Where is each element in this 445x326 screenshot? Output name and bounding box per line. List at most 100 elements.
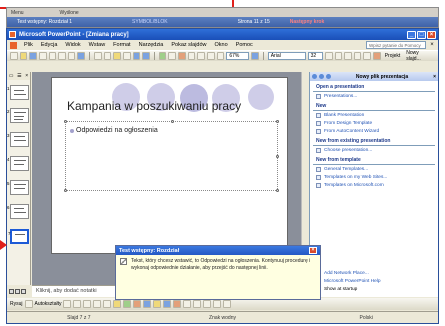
slide-thumbnail[interactable]: 1 xyxy=(7,85,29,100)
open-icon[interactable] xyxy=(19,52,28,60)
line-icon[interactable] xyxy=(63,300,72,308)
tab-outline[interactable]: ☰ xyxy=(17,73,21,79)
copy-icon[interactable] xyxy=(103,52,112,60)
resize-handle[interactable] xyxy=(276,120,279,123)
format-painter-icon[interactable] xyxy=(122,52,131,60)
slide-thumbnail[interactable]: 6 xyxy=(7,204,29,219)
link-general-templates[interactable]: General Templates... xyxy=(310,165,438,173)
menu-insert[interactable]: Wstaw xyxy=(85,42,110,48)
link-help[interactable]: Microsoft PowerPoint Help xyxy=(310,277,439,285)
diagram-icon[interactable] xyxy=(123,300,132,308)
permission-icon[interactable] xyxy=(38,52,47,60)
menu-tools[interactable]: Narzędzia xyxy=(135,42,168,48)
autoshapes-menu[interactable]: Autokształty xyxy=(35,301,62,307)
print-icon[interactable] xyxy=(58,52,66,60)
menu-file[interactable]: Plik xyxy=(20,42,37,48)
window-titlebar[interactable]: Microsoft PowerPoint - [Zmiana pracy] _ … xyxy=(7,29,438,40)
email-icon[interactable] xyxy=(48,52,57,60)
resize-handle[interactable] xyxy=(64,120,67,123)
expand-all-icon[interactable] xyxy=(197,52,206,60)
slide-bullet[interactable]: Odpowiedzi na ogłoszenia xyxy=(70,127,158,134)
close-document-icon[interactable]: × xyxy=(429,42,435,48)
menu-window[interactable]: Okno xyxy=(211,42,232,48)
bg-menu-item[interactable]: Menu xyxy=(11,10,24,16)
save-icon[interactable] xyxy=(29,52,37,60)
forward-icon[interactable] xyxy=(319,74,324,79)
zoom-select[interactable]: 67% xyxy=(226,52,250,60)
slide-thumbnail[interactable]: 2 xyxy=(7,108,29,123)
bg-menu-item[interactable]: Wyślone xyxy=(60,10,79,16)
new-icon[interactable] xyxy=(10,52,18,60)
oval-icon[interactable] xyxy=(93,300,102,308)
link-choose-presentation[interactable]: Choose presentation... xyxy=(310,146,438,154)
normal-view-icon[interactable] xyxy=(9,288,14,294)
3d-icon[interactable] xyxy=(223,300,232,308)
redo-icon[interactable] xyxy=(142,52,150,60)
close-pane-icon[interactable]: × xyxy=(25,73,28,79)
new-slide-button[interactable]: Nowy slajd... xyxy=(404,50,435,62)
spelling-icon[interactable] xyxy=(77,52,86,60)
color-grayscale-icon[interactable] xyxy=(216,52,225,60)
slide-thumbnail[interactable]: 3 xyxy=(7,132,29,147)
slide-thumbnail[interactable]: 4 xyxy=(7,156,29,171)
resize-handle[interactable] xyxy=(171,120,174,123)
wordart-icon[interactable] xyxy=(113,300,122,308)
line-color-icon[interactable] xyxy=(163,300,172,308)
show-at-startup-checkbox[interactable]: ✓Show at startup xyxy=(310,285,439,293)
font-size-select[interactable]: 32 xyxy=(307,52,323,60)
textbox-icon[interactable] xyxy=(103,300,112,308)
arrow-icon[interactable] xyxy=(73,300,82,308)
slide-title[interactable]: Kampania w poszukiwaniu pracy xyxy=(67,99,241,113)
resize-handle[interactable] xyxy=(276,155,279,158)
current-slide[interactable]: Kampania w poszukiwaniu pracy Odpowiedzi… xyxy=(51,77,288,254)
link-web-templates[interactable]: Templates on my Web Sites... xyxy=(310,173,438,181)
menu-help[interactable]: Pomoc xyxy=(232,42,257,48)
draw-menu[interactable]: Rysuj xyxy=(10,301,23,307)
align-center-icon[interactable] xyxy=(363,52,372,60)
tab-slides[interactable]: ▭ xyxy=(9,73,14,79)
link-blank-presentation[interactable]: Blank Presentation xyxy=(310,111,438,119)
picture-icon[interactable] xyxy=(143,300,152,308)
shadow-icon[interactable] xyxy=(213,300,222,308)
help-search-input[interactable]: Wpisz pytanie do Pomocy xyxy=(366,41,426,49)
minimize-button[interactable]: _ xyxy=(407,30,416,39)
link-autocontent-wizard[interactable]: From AutoContent Wizard xyxy=(310,127,438,135)
link-add-network-place[interactable]: Add Network Place... xyxy=(310,269,439,277)
arrow-style-icon[interactable] xyxy=(203,300,212,308)
font-color-draw-icon[interactable] xyxy=(173,300,182,308)
menu-view[interactable]: Widok xyxy=(61,42,84,48)
cut-icon[interactable] xyxy=(94,52,102,60)
align-left-icon[interactable] xyxy=(353,52,362,60)
home-icon[interactable] xyxy=(326,74,331,79)
preview-icon[interactable] xyxy=(67,52,76,60)
italic-icon[interactable] xyxy=(334,52,343,60)
dash-style-icon[interactable] xyxy=(193,300,202,308)
slideshow-view-icon[interactable] xyxy=(21,288,26,294)
undo-icon[interactable] xyxy=(132,52,141,60)
paste-icon[interactable] xyxy=(113,52,121,60)
insert-chart-icon[interactable] xyxy=(158,52,167,60)
slide-thumbnail-selected[interactable]: 7 xyxy=(8,229,29,244)
hyperlink-icon[interactable] xyxy=(187,52,196,60)
design-button[interactable]: Projekt xyxy=(383,53,403,59)
link-presentations[interactable]: Presentations... xyxy=(310,92,438,100)
help-icon[interactable] xyxy=(251,52,259,60)
underline-icon[interactable] xyxy=(344,52,352,60)
menu-format[interactable]: Format xyxy=(109,42,134,48)
bold-icon[interactable] xyxy=(324,52,333,60)
clipart-icon[interactable] xyxy=(133,300,142,308)
link-microsoft-templates[interactable]: Templates on Microsoft.com xyxy=(310,181,438,189)
resize-handle[interactable] xyxy=(276,189,279,192)
back-icon[interactable] xyxy=(312,74,317,79)
font-color-icon[interactable] xyxy=(373,52,381,60)
rectangle-icon[interactable] xyxy=(83,300,92,308)
menu-edit[interactable]: Edycja xyxy=(37,42,62,48)
line-style-icon[interactable] xyxy=(183,300,192,308)
slide-thumbnail[interactable]: 5 xyxy=(7,180,29,195)
menu-slideshow[interactable]: Pokaz slajdów xyxy=(167,42,210,48)
document-icon[interactable] xyxy=(10,41,17,49)
select-pointer-icon[interactable] xyxy=(24,300,33,308)
close-button[interactable]: × xyxy=(427,30,436,39)
fill-color-icon[interactable] xyxy=(153,300,162,308)
slide-body-placeholder[interactable]: Odpowiedzi na ogłoszenia xyxy=(64,120,279,192)
